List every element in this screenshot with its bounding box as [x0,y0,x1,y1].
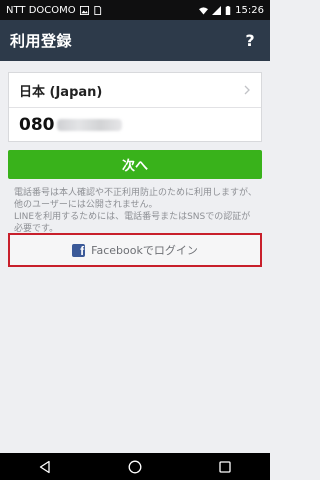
battery-icon [225,5,231,15]
status-bar: NTT DOCOMO 15:26 [0,0,270,20]
wifi-icon [199,6,209,15]
carrier-name: NTT DOCOMO [6,4,76,16]
facebook-login-label: Facebookでログイン [91,244,198,257]
notice-line-2: LINEを利用するためには、電話番号またはSNSでの認証が必要です。 [14,212,251,234]
next-button[interactable]: 次へ [8,150,262,179]
navigation-bar [0,453,270,480]
facebook-icon: f [72,243,86,257]
recents-button[interactable] [205,453,245,480]
home-button[interactable] [115,453,155,480]
chevron-right-icon [244,85,250,95]
back-triangle-icon [39,460,50,473]
notice-line-1: 電話番号は本人確認や不正利用防止のために利用しますが、他のユーザーには公開されま… [14,188,257,210]
phone-number-value: 080 [19,115,55,135]
app-bar: 利用登録 ? [0,20,270,61]
back-button[interactable] [25,453,65,480]
help-button[interactable]: ? [240,31,260,50]
country-selector[interactable]: 日本 (Japan) [9,73,261,108]
sim-icon [93,5,101,15]
recents-square-icon [219,460,231,473]
privacy-notice: 電話番号は本人確認や不正利用防止のために利用しますが、他のユーザーには公開されま… [14,187,258,235]
registration-form: 日本 (Japan) 080 [8,72,262,142]
clock: 15:26 [235,4,264,16]
page-title: 利用登録 [10,32,73,50]
country-label: 日本 (Japan) [19,84,103,100]
home-circle-icon [128,460,142,473]
image-notification-icon [79,5,89,15]
phone-number-field[interactable]: 080 [9,108,261,142]
facebook-login-button[interactable]: f Facebookでログイン [8,233,262,267]
signal-icon [212,5,222,15]
redacted-phone-digits [56,119,122,131]
